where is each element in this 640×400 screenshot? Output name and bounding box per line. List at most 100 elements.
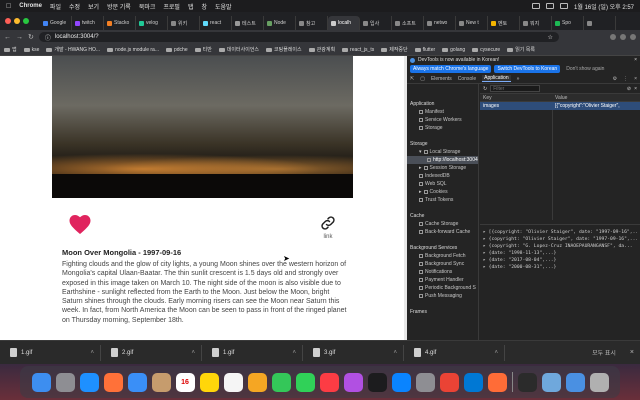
menu-item-edit[interactable]: 수정: [69, 2, 80, 11]
wifi-icon[interactable]: [546, 3, 555, 9]
sidebar-item-cache-storage[interactable]: Cache Storage: [407, 220, 478, 228]
tab-console[interactable]: Console: [458, 76, 476, 82]
chevron-down-icon[interactable]: ▾: [419, 149, 422, 155]
dock-app-preview-icon[interactable]: [541, 372, 561, 392]
column-key[interactable]: Key: [480, 95, 552, 101]
bookmark-item[interactable]: 앱: [4, 46, 17, 53]
browser-tab[interactable]: Spo: [552, 16, 584, 30]
sidebar-item-push-messaging[interactable]: Push Messaging: [407, 292, 478, 300]
dock-app-contacts-icon[interactable]: [151, 372, 171, 392]
browser-tab[interactable]: netwo: [424, 16, 456, 30]
menu-item-window[interactable]: 창: [201, 2, 207, 11]
dock-app-app-store-icon[interactable]: [391, 372, 411, 392]
chevron-up-icon[interactable]: ˄: [90, 350, 94, 356]
info-icon[interactable]: ⓘ: [45, 33, 51, 42]
menu-item-help[interactable]: 도움말: [215, 2, 232, 11]
bookmark-item[interactable]: 데이터사이언스: [218, 46, 259, 53]
menu-item-bookmarks[interactable]: 북마크: [139, 2, 156, 11]
dock-app-postman-icon[interactable]: [487, 372, 507, 392]
bookmark-item[interactable]: golang: [442, 47, 465, 53]
dock-app-firefox-icon[interactable]: [103, 372, 123, 392]
device-toolbar-icon[interactable]: ▢: [420, 76, 425, 82]
bookmark-item[interactable]: cysecure: [472, 47, 500, 53]
address-bar[interactable]: ⓘ localhost:3004/? ☆: [38, 32, 559, 42]
close-icon[interactable]: ×: [634, 57, 637, 63]
back-icon[interactable]: ←: [4, 34, 11, 41]
dock-app-podcasts-icon[interactable]: [343, 372, 363, 392]
sidebar-item-background-sync[interactable]: Background Sync: [407, 260, 478, 268]
dock-app-chrome-icon[interactable]: [439, 372, 459, 392]
bookmark-item[interactable]: 코팅플레이스: [266, 46, 302, 53]
bookmark-item[interactable]: 읽기 목록: [507, 46, 535, 53]
menu-item-profile[interactable]: 프로필: [163, 2, 180, 11]
extension-icon[interactable]: [620, 34, 626, 40]
sidebar-item-storage[interactable]: Storage: [407, 124, 478, 132]
sidebar-item-service-workers[interactable]: Service Workers: [407, 116, 478, 124]
dock-app-reminders-icon[interactable]: [223, 372, 243, 392]
sidebar-item-trust-tokens[interactable]: Trust Tokens: [407, 196, 478, 204]
dock-app-tv-icon[interactable]: [367, 372, 387, 392]
bookmark-item[interactable]: 관광계획: [308, 46, 335, 53]
sidebar-item-local-storage[interactable]: ▾ Local Storage: [407, 148, 478, 156]
menubar-app-name[interactable]: Chrome: [19, 3, 42, 9]
url-text[interactable]: localhost:3004/?: [55, 34, 99, 40]
dock-app-vs-code-icon[interactable]: [463, 372, 483, 392]
row-key[interactable]: images: [480, 103, 552, 109]
bookmark-item[interactable]: 티반: [194, 46, 212, 53]
preview-line[interactable]: ▸ {date: "2000-08-31",...}: [483, 264, 637, 271]
browser-tab[interactable]: Stacko: [104, 16, 136, 30]
sidebar-item-notifications[interactable]: Notifications: [407, 268, 478, 276]
link-button[interactable]: link: [317, 214, 339, 240]
clear-all-icon[interactable]: ⊘: [627, 86, 631, 92]
battery-icon[interactable]: [532, 3, 541, 9]
browser-tab[interactable]: 입사: [360, 16, 392, 30]
dock-app-system-preferences-icon[interactable]: [415, 372, 435, 392]
browser-tab[interactable]: twitch: [72, 16, 104, 30]
apple-icon[interactable]: : [6, 3, 11, 10]
chevron-up-icon[interactable]: ˄: [191, 350, 195, 356]
chevron-up-icon[interactable]: ˄: [292, 350, 296, 356]
chevron-up-icon[interactable]: ˄: [393, 350, 397, 356]
dock-app-facetime-icon[interactable]: [295, 372, 315, 392]
close-shelf-icon[interactable]: ×: [630, 349, 634, 356]
switch-korean-button[interactable]: Switch DevTools to Korean: [494, 65, 561, 73]
bookmark-item[interactable]: 제작중단: [381, 46, 408, 53]
more-options-icon[interactable]: ⋮: [623, 76, 628, 82]
minimize-window-button[interactable]: [14, 18, 20, 24]
bookmark-star-icon[interactable]: ☆: [547, 34, 552, 41]
dock-app-mail-icon[interactable]: [127, 372, 147, 392]
delete-selected-icon[interactable]: ×: [634, 86, 637, 92]
menu-item-file[interactable]: 파일: [50, 2, 61, 11]
match-language-button[interactable]: Always match Chrome's language: [410, 65, 492, 73]
filter-input[interactable]: [490, 85, 541, 92]
sidebar-item-session-storage[interactable]: ▸ Session Storage: [407, 164, 478, 172]
sidebar-item-payment-handler[interactable]: Payment Handler: [407, 276, 478, 284]
dock-app-photos-icon[interactable]: [247, 372, 267, 392]
zoom-window-button[interactable]: [23, 18, 29, 24]
show-all-downloads-button[interactable]: 모두 표시: [592, 348, 616, 357]
table-row[interactable]: images [{"copyright":"Olivier Staiger",: [480, 102, 640, 110]
dock-app-downloads-icon[interactable]: [565, 372, 585, 392]
browser-tab[interactable]: 참고: [296, 16, 328, 30]
sidebar-item-bfcache[interactable]: Back-forward Cache: [407, 228, 478, 236]
bookmark-item[interactable]: node.js module ra...: [107, 47, 159, 53]
chevron-right-icon[interactable]: ▸: [419, 165, 422, 171]
bookmark-item[interactable]: react_js_ts: [342, 47, 374, 53]
dock-app-quick-icon[interactable]: [517, 372, 537, 392]
browser-tab[interactable]: 위키: [168, 16, 200, 30]
dock-app-safari-icon[interactable]: [79, 372, 99, 392]
preview-line[interactable]: ▸ {date: "2017-08-04",...}: [483, 257, 637, 264]
sidebar-item-cookies[interactable]: ▸ Cookies: [407, 188, 478, 196]
menu-item-view[interactable]: 보기: [88, 2, 99, 11]
preview-line[interactable]: ▸ {copyright: "G. Lopez-Cruz INAOEPAURAN…: [483, 243, 637, 250]
bookmark-item[interactable]: kse: [23, 47, 39, 53]
browser-tab[interactable]: New t: [456, 16, 488, 30]
settings-icon[interactable]: ⚙: [613, 76, 617, 82]
chevron-right-icon[interactable]: ▸: [419, 189, 422, 195]
sidebar-item-manifest[interactable]: Manifest: [407, 108, 478, 116]
tab-more[interactable]: »: [517, 76, 520, 82]
menu-item-tab[interactable]: 탭: [188, 2, 194, 11]
preview-line[interactable]: ▸ {copyright: "Olivier Staiger", date: "…: [483, 236, 637, 243]
sidebar-item-periodic-sync[interactable]: Periodic Background S: [407, 284, 478, 292]
profile-avatar[interactable]: [630, 34, 636, 40]
